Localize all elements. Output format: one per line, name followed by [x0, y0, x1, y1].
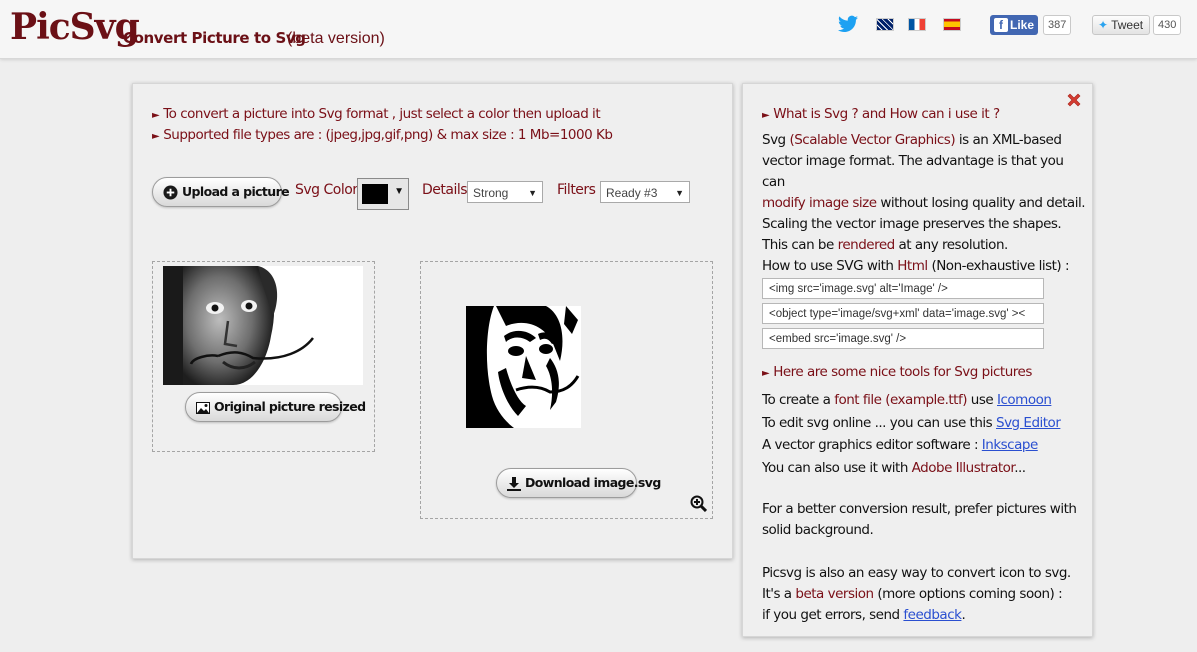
details-label: Details: [422, 182, 468, 198]
color-swatch: [362, 184, 388, 204]
facebook-like-count: 387: [1043, 15, 1072, 35]
twitter-icon[interactable]: [838, 15, 858, 33]
tool-icomoon: To create a font file (example.ttf) use …: [762, 392, 1052, 408]
code-snippet-object[interactable]: <object type='image/svg+xml' data='image…: [762, 303, 1044, 324]
facebook-like-button[interactable]: f Like: [990, 15, 1038, 35]
logo[interactable]: PicSvg: [10, 6, 140, 48]
bullet-icon: ►: [762, 110, 770, 121]
original-picture-image: [163, 266, 363, 385]
svg-color-picker[interactable]: ▼: [357, 178, 409, 210]
zoom-in-icon[interactable]: [690, 495, 707, 512]
filters-label: Filters: [557, 182, 596, 198]
bullet-icon: ►: [152, 110, 160, 121]
upload-picture-button[interactable]: Upload a picture: [152, 177, 290, 207]
tip-text: For a better conversion result, prefer p…: [762, 501, 1077, 538]
close-icon[interactable]: [1066, 92, 1082, 108]
facebook-like-label: Like: [1010, 18, 1035, 32]
flag-english-icon[interactable]: [876, 18, 894, 31]
feedback-link[interactable]: feedback: [903, 607, 962, 623]
footer-text: Picsvg is also an easy way to convert ic…: [762, 565, 1071, 623]
tool-inkscape: A vector graphics editor software : Inks…: [762, 437, 1038, 453]
flag-spanish-icon[interactable]: [943, 18, 961, 31]
details-select[interactable]: Strong ▼: [467, 181, 543, 203]
bullet-icon: ►: [152, 131, 160, 142]
caret-down-icon: ▼: [675, 188, 684, 198]
flag-french-icon[interactable]: [908, 18, 926, 31]
original-picture-resized-button[interactable]: Original picture resized: [185, 392, 366, 422]
tweet-button[interactable]: ✦ Tweet: [1092, 15, 1150, 35]
twitter-bird-icon: ✦: [1098, 18, 1109, 32]
inkscape-link[interactable]: Inkscape: [982, 437, 1038, 453]
svg-description: Svg (Scalable Vector Graphics) is an XML…: [762, 132, 1085, 253]
svg-editor-link[interactable]: Svg Editor: [996, 415, 1061, 431]
download-svg-button[interactable]: Download image.svg: [496, 468, 661, 498]
svg-result-image: [466, 306, 581, 428]
section-heading-tools: ► Here are some nice tools for Svg pictur…: [762, 364, 1032, 380]
caret-down-icon: ▼: [394, 186, 404, 197]
tool-illustrator: You can also use it with Adobe Illustrat…: [762, 459, 1026, 476]
code-snippet-embed[interactable]: <embed src='image.svg' />: [762, 328, 1044, 349]
download-icon: [507, 476, 521, 491]
tagline: Convert Picture to Svg: [123, 29, 306, 47]
instruction-line-2: ► Supported file types are : (jpeg,jpg,gi…: [152, 127, 613, 143]
tweet-label: Tweet: [1111, 18, 1144, 32]
instruction-line-1: ► To convert a picture into Svg format , …: [152, 106, 601, 122]
header: PicSvg Convert Picture to Svg (beta vers…: [0, 0, 1197, 59]
section-heading-what-is-svg: ► What is Svg ? and How can i use it ?: [762, 106, 1000, 122]
icomoon-link[interactable]: Icomoon: [997, 392, 1052, 408]
code-snippet-img[interactable]: <img src='image.svg' alt='Image' />: [762, 278, 1044, 299]
bullet-icon: ►: [762, 368, 770, 379]
svg-color-label: Svg Color: [295, 182, 358, 198]
beta-label: (beta version): [287, 30, 385, 47]
plus-circle-icon: [163, 185, 178, 200]
filters-select[interactable]: Ready #3 ▼: [600, 181, 690, 203]
how-to-use-heading: How to use SVG with Html (Non-exhaustive…: [762, 258, 1070, 274]
tools-list: To create a font file (example.ttf) use …: [762, 389, 1087, 479]
facebook-icon: f: [994, 18, 1008, 32]
image-icon: [196, 401, 210, 414]
caret-down-icon: ▼: [528, 188, 537, 198]
tool-svg-editor: To edit svg online ... you can use this …: [762, 414, 1061, 431]
tweet-count: 430: [1153, 15, 1182, 35]
